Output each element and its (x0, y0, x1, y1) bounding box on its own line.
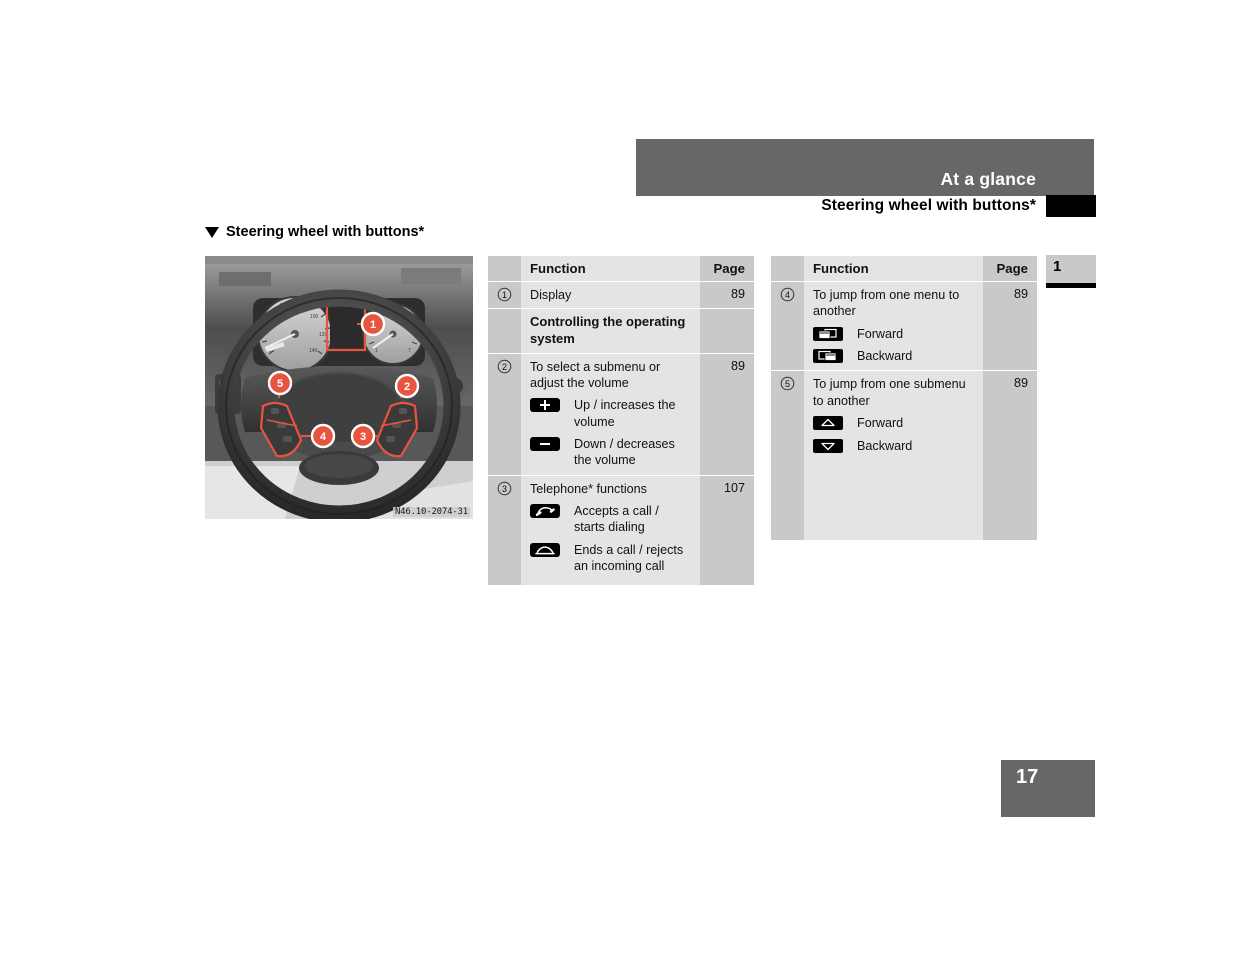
row-function-text: To select a submenu or adjust the volume (530, 359, 661, 390)
circled-number-5-icon: 5 (771, 371, 804, 541)
row-function-block: To jump from one menu to another Forward… (804, 282, 983, 371)
triangle-up-icon (813, 416, 843, 431)
row-function-block: To select a submenu or adjust the volume… (521, 353, 700, 475)
svg-text:7: 7 (408, 348, 411, 354)
minus-button-icon (530, 437, 560, 452)
svg-text:1: 1 (502, 290, 507, 300)
subitem-label: Ends a call / rejects an incoming call (574, 542, 684, 574)
row-page-empty (700, 308, 754, 353)
svg-text:1: 1 (370, 319, 376, 331)
table-header-page: Page (700, 256, 754, 281)
table-row: 1 Display 89 (488, 281, 754, 309)
row-function-text: Display (521, 281, 700, 309)
page-number: 17 (1016, 766, 1039, 788)
row-function-heading: Controlling the operating system (521, 308, 700, 353)
subitem-label: Down / decreases the volume (574, 437, 675, 468)
steering-wheel-illustration: 6080100 40120 20140 345 26 17 (205, 256, 473, 519)
phone-hangup-icon (530, 542, 560, 557)
row-function-text: Telephone* functions (530, 481, 647, 496)
table-row: 3 Telephone* functions Accepts a call / … (488, 474, 754, 585)
table-header-page: Page (983, 256, 1037, 281)
table-row: 5 To jump from one submenu to another Fo… (771, 370, 1037, 541)
svg-text:4: 4 (785, 290, 790, 300)
subitem: Forward (813, 415, 975, 431)
chapter-tab-number: 1 (1053, 258, 1062, 275)
window-forward-icon (813, 326, 843, 341)
row-page-number: 89 (700, 281, 754, 309)
left-function-table: Function Page 1 Display 89 Controlling t… (488, 256, 754, 585)
row-page-number: 107 (700, 475, 754, 585)
svg-text:5: 5 (785, 379, 790, 389)
svg-text:140: 140 (309, 348, 318, 354)
svg-text:2: 2 (404, 381, 410, 393)
chapter-tab-bar (1046, 283, 1096, 288)
row-function-text: To jump from one menu to another (813, 288, 960, 319)
svg-text:5: 5 (277, 378, 283, 390)
subitem: Backward (813, 348, 975, 364)
subitem-label: Up / increases the volume (574, 398, 676, 429)
svg-text:3: 3 (502, 484, 507, 494)
row-function-text: To jump from one submenu to another (813, 377, 966, 408)
chapter-tab: 1 (1046, 255, 1096, 283)
row-num-empty (488, 308, 521, 353)
running-header: Steering wheel with buttons* (636, 196, 1094, 220)
table-header-num (488, 256, 521, 281)
header-black-tab (1046, 195, 1096, 217)
subitem: Up / increases the volume (530, 397, 692, 430)
subitem-label: Forward (857, 326, 904, 341)
subitem: Backward (813, 438, 975, 454)
subitem: Down / decreases the volume (530, 436, 692, 469)
circled-number-4-icon: 4 (771, 282, 804, 371)
chapter-title: At a glance (940, 169, 1036, 189)
svg-text:100: 100 (310, 314, 319, 320)
phone-pickup-icon (530, 504, 560, 519)
steering-wheel-figure: 6080100 40120 20140 345 26 17 (205, 256, 473, 519)
subitem: Accepts a call / starts dialing (530, 503, 692, 536)
row-page-number: 89 (700, 353, 754, 475)
table-header-row: Function Page (771, 256, 1037, 281)
triangle-down-icon (205, 226, 219, 238)
subitem: Ends a call / rejects an incoming call (530, 542, 692, 575)
table-header-function: Function (804, 256, 983, 281)
svg-text:4: 4 (320, 431, 327, 443)
svg-text:1: 1 (375, 348, 378, 354)
page-number-box: 17 (1001, 760, 1095, 817)
chapter-header-band: At a glance (636, 139, 1094, 196)
row-function-block: Telephone* functions Accepts a call / st… (521, 475, 700, 585)
right-function-table: Function Page 4 To jump from one menu to… (771, 256, 1037, 541)
table-header-function: Function (521, 256, 700, 281)
subitem-label: Forward (857, 416, 904, 431)
row-function-block: To jump from one submenu to another Forw… (804, 371, 983, 541)
figure-caption-code: N46.10-2074-31 (392, 507, 470, 517)
section-heading-text: Steering wheel with buttons* (226, 224, 425, 240)
svg-text:2: 2 (502, 362, 507, 372)
subitem-label: Backward (857, 438, 913, 453)
window-backward-icon (813, 349, 843, 364)
table-row: 4 To jump from one menu to another Forwa… (771, 281, 1037, 371)
table-row: Controlling the operating system (488, 308, 754, 353)
circled-number-2-icon: 2 (488, 353, 521, 475)
svg-text:3: 3 (360, 431, 366, 443)
subitem-label: Accepts a call / starts dialing (574, 504, 659, 535)
row-page-number: 89 (983, 371, 1037, 541)
document-page: At a glance Steering wheel with buttons*… (0, 0, 1235, 954)
table-row: 2 To select a submenu or adjust the volu… (488, 352, 754, 475)
circled-number-1-icon: 1 (488, 281, 521, 309)
table-header-row: Function Page (488, 256, 754, 281)
section-heading: Steering wheel with buttons* (205, 224, 424, 240)
running-header-title: Steering wheel with buttons* (821, 197, 1036, 214)
row-page-number: 89 (983, 282, 1037, 371)
subitem: Forward (813, 326, 975, 342)
circled-number-3-icon: 3 (488, 475, 521, 585)
subitem-label: Backward (857, 349, 913, 364)
plus-button-icon (530, 398, 560, 413)
triangle-down-icon (813, 438, 843, 453)
table-header-num (771, 256, 804, 281)
